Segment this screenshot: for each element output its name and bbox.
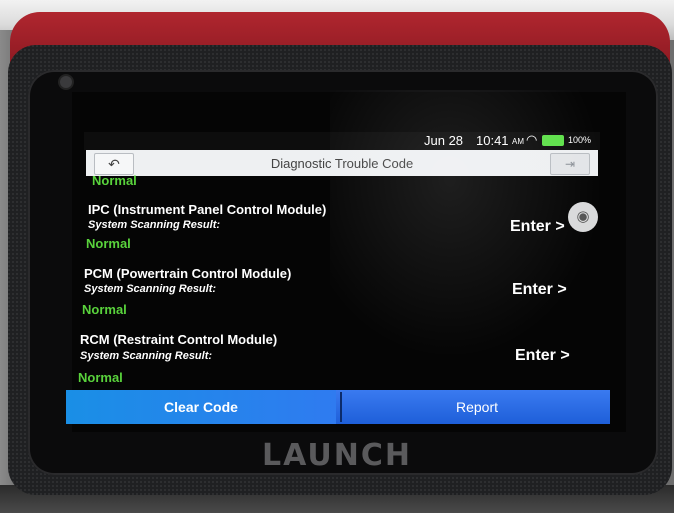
status-bar: Jun 28 10:41 AM ◠ 100%	[84, 132, 600, 150]
module-name-rcm: RCM (Restraint Control Module)	[80, 332, 278, 347]
clear-code-button[interactable]: Clear Code	[66, 390, 336, 424]
front-camera	[60, 76, 72, 88]
page-title: Diagnostic Trouble Code	[270, 156, 414, 171]
title-bar: ↶ Diagnostic Trouble Code ⇥	[86, 150, 598, 176]
camera-icon[interactable]: ◉	[568, 202, 598, 232]
battery-percent: 100%	[568, 135, 592, 145]
scan-label-pcm: System Scanning Result:	[84, 283, 217, 295]
module-name-pcm: PCM (Powertrain Control Module)	[84, 266, 292, 281]
exit-icon: ⇥	[564, 157, 576, 171]
enter-button-pcm[interactable]: Enter >	[512, 281, 567, 299]
battery-icon	[542, 135, 564, 146]
module-list: Normal IPC (Instrument Panel Control Mod…	[72, 173, 626, 388]
action-bar: Clear Code Report	[66, 390, 610, 424]
enter-button-ipc[interactable]: Enter >	[510, 218, 565, 236]
scan-result-rcm: Normal	[78, 370, 123, 385]
status-time: 10:41	[476, 133, 509, 148]
wifi-icon: ◠	[526, 132, 538, 147]
brand-logo: LAUNCH	[261, 438, 412, 473]
status-date: Jun 28	[424, 133, 464, 148]
scan-result-ipc: Normal	[86, 236, 131, 251]
module-name-ipc: IPC (Instrument Panel Control Module)	[88, 202, 327, 217]
report-button[interactable]: Report	[342, 390, 612, 424]
exit-button[interactable]: ⇥	[550, 153, 590, 175]
status-ampm: AM	[512, 137, 524, 146]
scan-label-rcm: System Scanning Result:	[80, 350, 213, 362]
scan-result-pcm: Normal	[82, 302, 127, 317]
enter-button-rcm[interactable]: Enter >	[515, 347, 570, 365]
scan-label-ipc: System Scanning Result:	[88, 219, 221, 231]
previous-module-result: Normal	[92, 173, 137, 188]
